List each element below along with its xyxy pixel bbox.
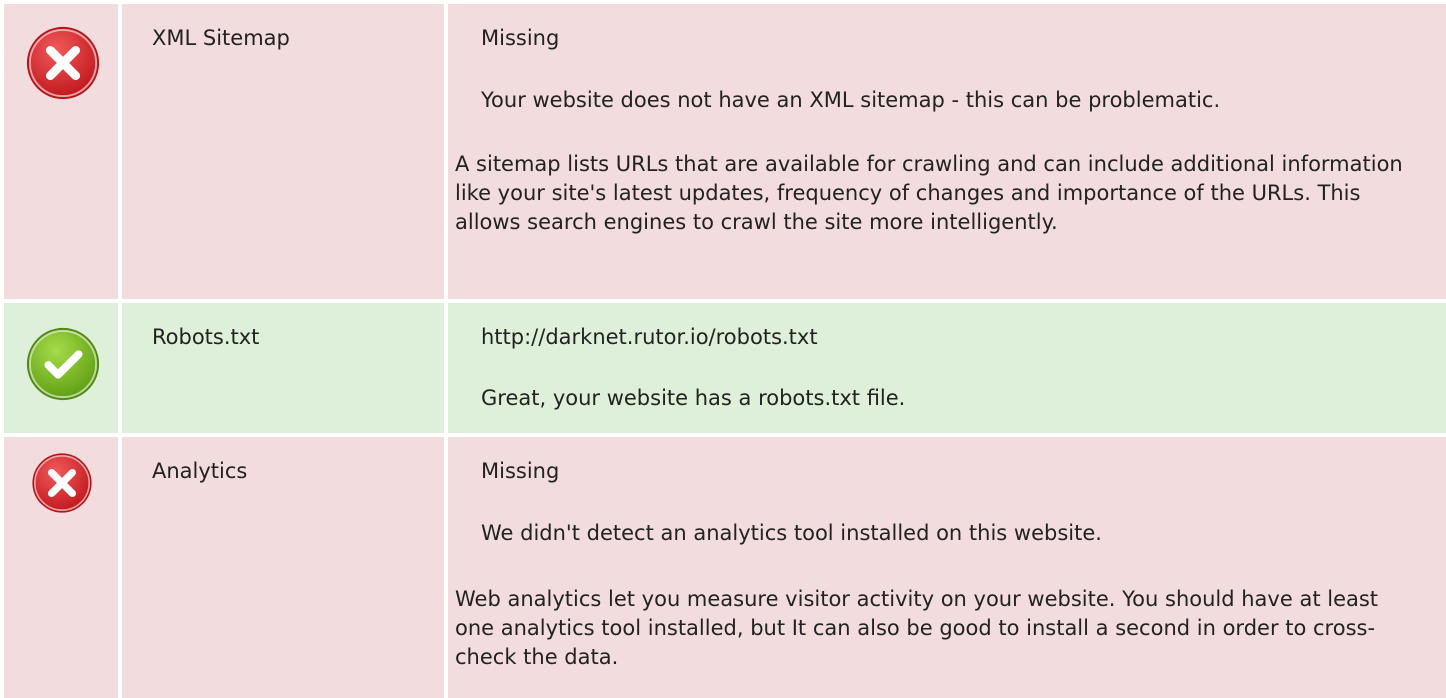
check-value: Missing: [481, 26, 560, 50]
status-cell: [4, 4, 118, 299]
check-row-analytics: Analytics Missing We didn't detect an an…: [0, 437, 1446, 698]
check-label-cell: Robots.txt: [122, 303, 444, 433]
check-label-cell: XML Sitemap: [122, 4, 444, 299]
check-value: Missing: [481, 459, 560, 483]
check-message: We didn't detect an analytics tool insta…: [481, 521, 1102, 545]
check-label: XML Sitemap: [152, 26, 290, 50]
status-cell: [4, 303, 118, 433]
check-label: Analytics: [152, 459, 248, 483]
check-content-cell: Missing We didn't detect an analytics to…: [448, 437, 1446, 698]
status-cell: [4, 437, 118, 698]
check-label-cell: Analytics: [122, 437, 444, 698]
success-check-icon: [26, 327, 100, 401]
check-description: A sitemap lists URLs that are available …: [455, 152, 1403, 234]
error-x-icon: [26, 26, 100, 100]
check-message: Great, your website has a robots.txt fil…: [481, 386, 906, 410]
check-row-xml-sitemap: XML Sitemap Missing Your website does no…: [0, 4, 1446, 299]
check-message: Your website does not have an XML sitema…: [481, 88, 1221, 112]
check-content-cell: http://darknet.rutor.io/robots.txt Great…: [448, 303, 1446, 433]
check-value: http://darknet.rutor.io/robots.txt: [481, 325, 818, 349]
check-content-cell: Missing Your website does not have an XM…: [448, 4, 1446, 299]
error-x-icon: [32, 453, 92, 513]
check-description: Web analytics let you measure visitor ac…: [455, 587, 1379, 669]
check-row-robots-txt: Robots.txt http://darknet.rutor.io/robot…: [0, 303, 1446, 433]
check-label: Robots.txt: [152, 325, 260, 349]
